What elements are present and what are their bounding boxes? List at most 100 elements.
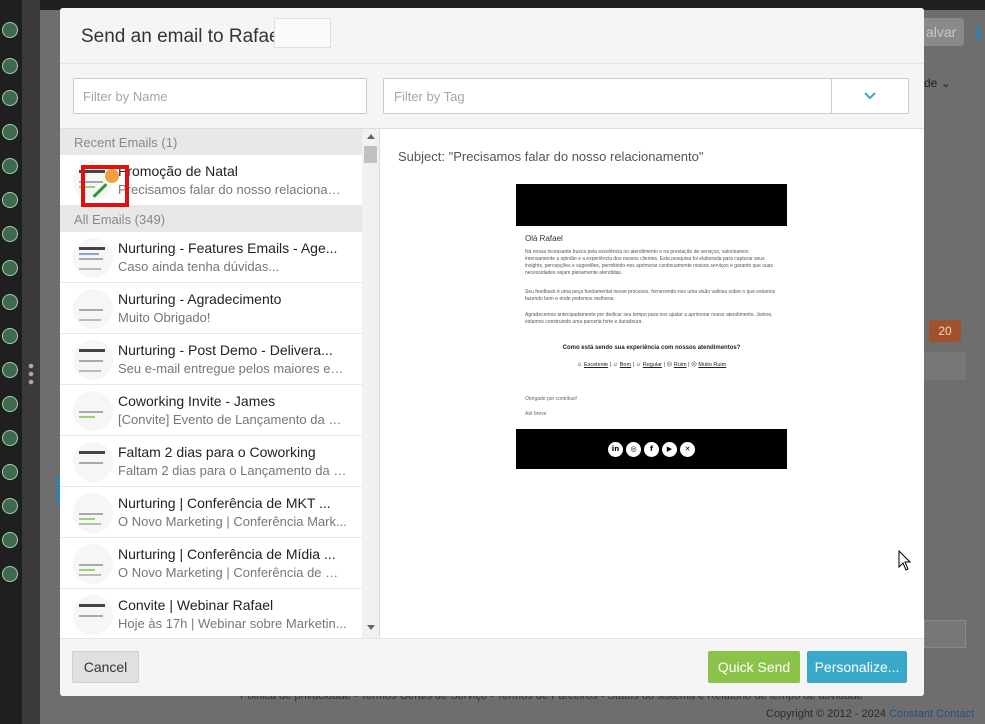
contacts-icon[interactable] [2,22,18,38]
email-signoff: Até breve. [525,411,548,417]
email-subtitle: O Novo Marketing | Conferência Mark... [118,514,347,529]
list-item[interactable]: Convite | Webinar Rafael Hoje às 17h | W… [60,589,362,638]
bg-dropdown: de ⌄ [924,76,951,90]
emoji-icon: ☺ [576,362,583,368]
instagram-icon: ◎ [626,441,641,457]
email-title: Nurturing | Conferência de MKT ... [118,495,331,511]
email-subtitle: O Novo Marketing | Conferência de Mí... [118,565,348,580]
list-item[interactable]: Nurturing - Agradecimento Muito Obrigado… [60,283,362,334]
email-subtitle: Seu e-mail entregue pelos maiores esp... [118,361,348,376]
save-button-bg: alvar [922,18,964,46]
megaphone-icon[interactable] [2,226,18,242]
rating-option: Regular [642,362,662,368]
email-paragraph-2: Seu feedback é uma peça fundamental ness… [525,289,776,302]
email-greeting: Olá Rafael [525,234,563,243]
email-ratings: ☺ Excelente | ☺ Bom | ☺ Regular | ☹ Ruim… [576,362,727,368]
email-thumbnail [73,289,113,329]
form-icon[interactable] [2,260,18,276]
like-icon[interactable] [2,294,18,310]
rating-option: Muito Ruim [698,362,727,368]
app-sidebar [0,0,22,724]
youtube-icon: ▶ [662,441,677,457]
email-body-preview: Olá Rafael Na nossa incessante busca pel… [516,184,787,469]
email-title: Nurturing - Post Demo - Delivera... [118,342,333,358]
email-thumbnail [73,442,113,482]
headset-icon[interactable] [2,464,18,480]
email-subject: Subject: "Precisamos falar do nosso rela… [398,149,704,164]
list-item[interactable]: Coworking Invite - James [Convite] Event… [60,385,362,436]
recent-emails-header: Recent Emails (1) [60,129,362,155]
calendar-icon[interactable] [2,362,18,378]
flow-icon[interactable] [2,158,18,174]
list-item[interactable]: Nurturing | Conferência de Mídia ... O N… [60,538,362,589]
list-icon[interactable] [2,192,18,208]
tag-dropdown-toggle[interactable] [831,79,908,113]
email-thumbnail [73,340,113,380]
linkedin-icon: in [608,441,623,457]
scroll-down-icon[interactable] [367,625,375,630]
modal-title: Send an email to Rafael [81,26,284,47]
quick-send-button[interactable]: Quick Send [708,651,800,683]
clipboard-icon[interactable] [2,90,18,106]
bar-chart-icon[interactable] [2,532,18,548]
list-item[interactable]: Promoção de Natal Precisamos falar do no… [60,155,362,207]
email-subtitle: Muito Obrigado! [118,310,211,325]
email-list: Recent Emails (1) Promoção de Natal Prec… [60,129,362,638]
email-title: Nurturing - Features Emails - Age... [118,240,338,256]
filter-by-name-input[interactable] [73,78,367,114]
chevron-down-icon: ⌄ [940,76,951,90]
list-scrollbar[interactable] [362,129,379,638]
email-thumbnail [73,238,113,278]
map-icon[interactable] [2,124,18,140]
more-options-icon [976,26,981,40]
personalize-button[interactable]: Personalize... [807,651,907,683]
facebook-icon: f [644,441,659,457]
all-emails-header: All Emails (349) [60,206,362,232]
highlight-marker-icon [81,165,129,207]
scroll-thumb[interactable] [364,146,377,163]
mail-icon[interactable] [2,58,18,74]
email-thumbnail [73,391,113,431]
email-subtitle: Hoje às 17h | Webinar sobre Marketin... [118,616,347,631]
cancel-button[interactable]: Cancel [72,651,139,683]
email-title: Promoção de Natal [118,163,238,179]
list-item[interactable]: Nurturing - Post Demo - Delivera... Seu … [60,334,362,385]
bg-panel-2 [924,620,966,648]
email-title: Faltam 2 dias para o Coworking [118,444,316,460]
modal-header: Send an email to Rafael [60,8,924,64]
email-header-banner [516,184,787,226]
email-paragraph-1: Na nossa incessante busca pela excelênci… [525,249,773,276]
scroll-up-icon[interactable] [367,134,375,139]
copyright-text: Copyright © 2012 - 2024 [766,708,887,720]
email-title: Coworking Invite - James [118,393,276,409]
layout-icon[interactable] [2,328,18,344]
email-thanks: Obrigado por contribuir! [525,396,578,402]
modal-footer: Cancel Quick Send Personalize... [60,638,924,696]
email-survey-question: Como está sendo sua experiência com noss… [562,345,741,351]
list-item[interactable]: Faltam 2 dias para o Coworking Faltam 2 … [60,436,362,487]
email-title: Convite | Webinar Rafael [118,597,274,613]
email-thumbnail [73,595,113,635]
rail-handle-icon[interactable] [28,362,34,386]
emoji-icon: ☹ [691,362,697,368]
send-email-modal: Send an email to Rafael Recent Emails (1… [60,8,924,696]
bg-copyright: Copyright © 2012 - 2024 Constant Contact [766,708,974,720]
bg-count-badge: 20 [929,320,961,342]
rating-option: Bom [619,362,632,368]
plug-icon[interactable] [2,566,18,582]
email-list-pane: Recent Emails (1) Promoção de Natal Prec… [60,128,380,638]
user-add-icon[interactable] [2,498,18,514]
emoji-icon: ☺ [612,362,619,368]
filter-by-tag-input[interactable] [384,79,831,113]
list-item[interactable]: Nurturing - Features Emails - Age... Cas… [60,232,362,283]
filter-bar [60,64,924,128]
copyright-link: Constant Contact [889,708,975,720]
list-item[interactable]: Nurturing | Conferência de MKT ... O Nov… [60,487,362,538]
email-paragraph-3: Agradecemos antecipadamente por dedicar … [525,312,773,325]
analytics-icon[interactable] [2,430,18,446]
email-preview-pane: Subject: "Precisamos falar do nosso rela… [380,128,924,638]
filter-by-tag-select[interactable] [383,78,909,114]
graduation-icon[interactable] [2,396,18,412]
emoji-icon: ☺ [635,362,642,368]
chevron-down-icon [864,92,876,100]
